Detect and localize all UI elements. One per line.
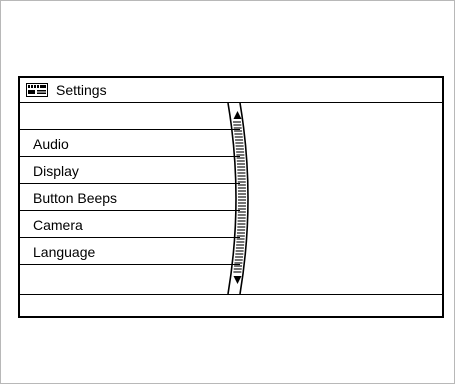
- settings-menu-list: Audio Display Button Beeps Camera Langua…: [20, 103, 240, 293]
- menu-item-blank-top: [20, 103, 240, 130]
- menu-item-blank-bottom: [20, 265, 240, 292]
- menu-item-label: Camera: [33, 217, 83, 233]
- settings-panel: Settings Audio Display Button Beeps Came…: [18, 76, 444, 318]
- scroll-down-arrow-icon[interactable]: [233, 276, 242, 284]
- menu-item-label: Audio: [33, 136, 69, 152]
- menu-item-camera[interactable]: Camera: [20, 211, 240, 238]
- menu-item-label: Button Beeps: [33, 190, 118, 206]
- settings-screen-icon: [26, 83, 48, 97]
- menu-item-label: Display: [33, 163, 79, 179]
- scroll-track-ticks: [232, 121, 246, 273]
- menu-item-button-beeps[interactable]: Button Beeps: [20, 184, 240, 211]
- status-bar: [20, 294, 442, 316]
- scrollbar[interactable]: [224, 102, 250, 295]
- menu-item-language[interactable]: Language: [20, 238, 240, 265]
- menu-item-audio[interactable]: Audio: [20, 130, 240, 157]
- scroll-up-arrow-icon[interactable]: [233, 111, 242, 119]
- title-bar: Settings: [20, 78, 442, 103]
- menu-item-label: Language: [33, 244, 96, 260]
- menu-item-display[interactable]: Display: [20, 157, 240, 184]
- page-title: Settings: [56, 82, 107, 98]
